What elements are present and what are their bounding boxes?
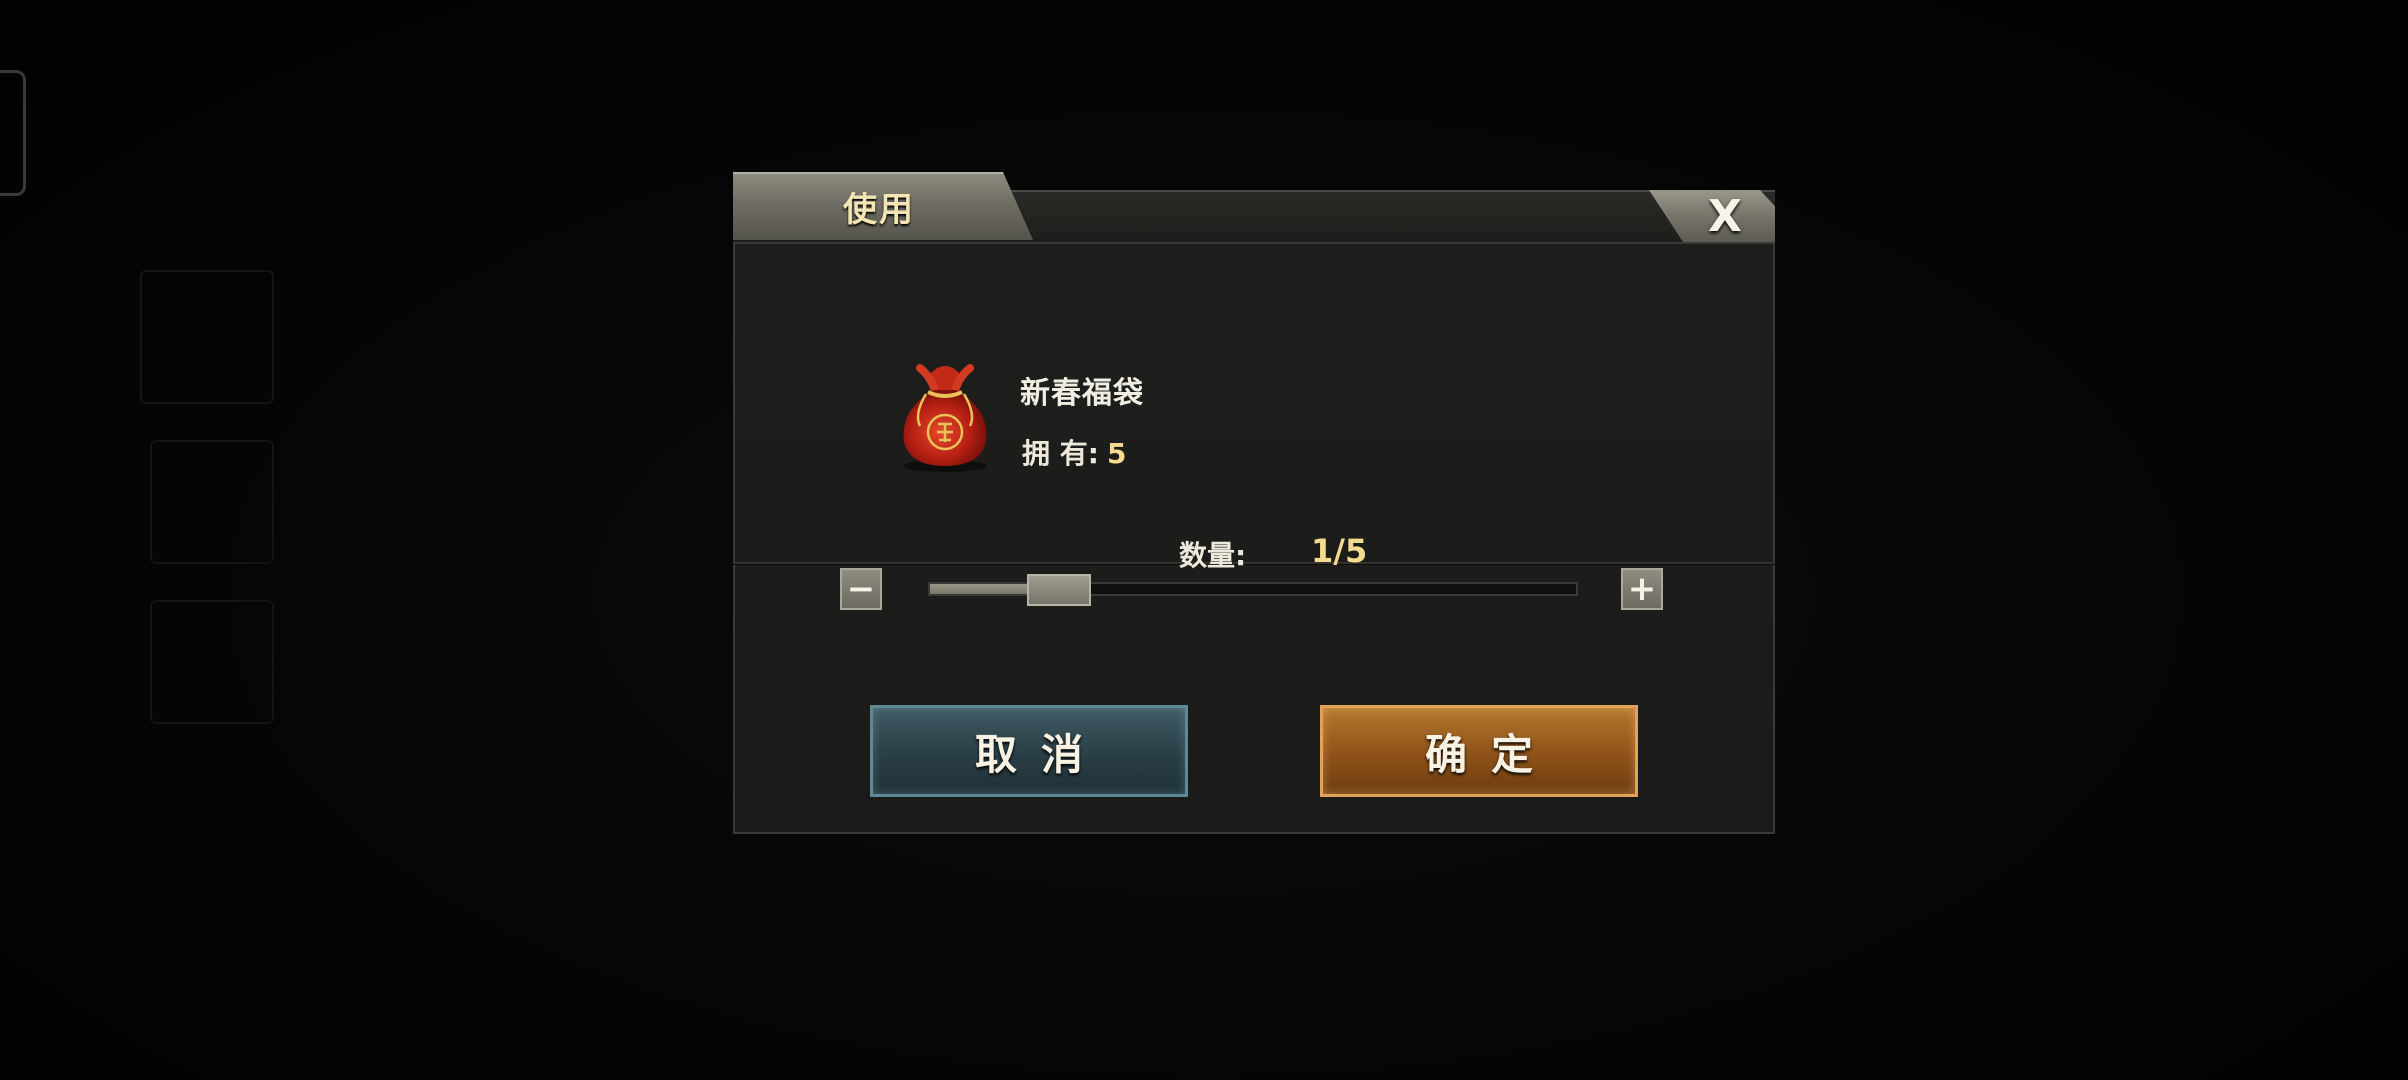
dialog-title-tab: 使用 [733, 172, 1033, 240]
owned-label: 拥 有: [1022, 437, 1099, 470]
quantity-label: 数量: [1179, 539, 1247, 572]
quantity-value: 1/5 [1311, 532, 1368, 570]
close-icon: X [1708, 191, 1742, 242]
quantity-slider[interactable] [928, 574, 1578, 606]
dialog-title: 使用 [843, 190, 915, 230]
item-name: 新春福袋 [1020, 376, 1144, 411]
decrease-quantity-button[interactable]: − [840, 568, 882, 610]
plus-icon: + [1627, 569, 1657, 609]
cancel-button-label: 取消 [974, 729, 1107, 779]
lucky-bag-icon [903, 364, 987, 472]
confirm-button[interactable]: 确定 [1320, 705, 1638, 797]
background-slot [150, 600, 274, 724]
background-slot [140, 270, 274, 404]
cancel-button[interactable]: 取消 [870, 705, 1188, 797]
background-edge-frame [0, 70, 26, 196]
quantity-slider-thumb[interactable] [1027, 574, 1092, 606]
use-item-dialog: 使用 X 新春福袋 拥 有: 5 数量: 1/5 − + 取消 确定 [733, 172, 1775, 834]
panel-divider [733, 562, 1775, 564]
owned-value: 5 [1106, 437, 1127, 470]
increase-quantity-button[interactable]: + [1621, 568, 1663, 610]
minus-icon: − [846, 569, 876, 609]
confirm-button-label: 确定 [1424, 729, 1557, 779]
item-owned-count: 拥 有: 5 [1022, 432, 1126, 472]
background-slot [150, 440, 274, 564]
